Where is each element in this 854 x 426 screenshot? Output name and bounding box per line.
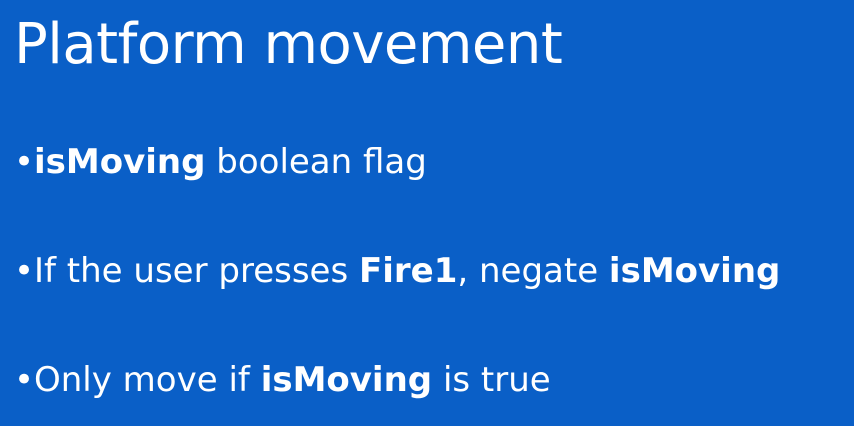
- slide: Platform movement • isMoving boolean fla…: [0, 0, 854, 426]
- bold-text-is-moving: isMoving: [608, 250, 781, 291]
- bold-text-fire1: Fire1: [358, 250, 458, 291]
- text-fragment: is true: [432, 359, 551, 400]
- bullet-item: • If the user presses Fire1, negate isMo…: [14, 251, 840, 292]
- text-fragment: If the user presses: [34, 250, 359, 291]
- text-fragment: boolean flag: [205, 142, 427, 182]
- bullet-dot-icon: •: [14, 250, 35, 291]
- bullet-text: If the user presses Fire1, negate isMovi…: [34, 251, 780, 292]
- bold-text-is-moving: isMoving: [34, 142, 206, 182]
- slide-title: Platform movement: [14, 12, 563, 77]
- bullet-text: Only move if isMoving is true: [34, 360, 551, 401]
- bold-text-is-moving: isMoving: [260, 359, 433, 400]
- bullet-item: • Only move if isMoving is true: [14, 360, 840, 401]
- bullet-text: isMoving boolean flag: [34, 142, 427, 183]
- bullet-item: • isMoving boolean flag: [14, 142, 840, 183]
- bullet-list: • isMoving boolean flag • If the user pr…: [14, 142, 840, 400]
- text-fragment: Only move if: [34, 359, 261, 400]
- text-fragment: , negate: [457, 250, 609, 291]
- bullet-dot-icon: •: [14, 359, 35, 400]
- bullet-dot-icon: •: [14, 142, 35, 182]
